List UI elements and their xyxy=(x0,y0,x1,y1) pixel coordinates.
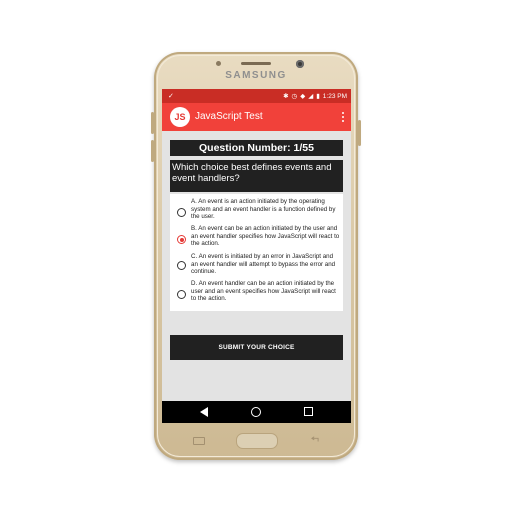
hardware-back-key-icon[interactable] xyxy=(310,436,320,443)
option-b[interactable]: B. An event can be an action initiated b… xyxy=(170,224,343,251)
front-camera xyxy=(296,60,304,68)
hardware-home-key[interactable] xyxy=(236,433,278,449)
wifi-icon: ◆ xyxy=(300,93,306,100)
brand-logo: SAMSUNG xyxy=(225,70,287,81)
status-time: 1:23 PM xyxy=(322,92,347,100)
option-d-text: D. An event handler can be an action ini… xyxy=(191,280,336,303)
earpiece-speaker xyxy=(241,62,271,65)
recent-apps-icon[interactable] xyxy=(304,407,313,416)
nav-bar xyxy=(162,401,351,423)
back-icon[interactable] xyxy=(200,407,208,417)
option-d[interactable]: D. An event handler can be an action ini… xyxy=(170,280,343,307)
power-button[interactable] xyxy=(358,120,361,146)
app-title: JavaScript Test xyxy=(195,111,263,122)
option-b-text: B. An event can be an action initiated b… xyxy=(191,225,340,248)
question-text: Which choice best defines events and eve… xyxy=(170,160,343,192)
radio-button-d[interactable] xyxy=(177,290,186,299)
option-a[interactable]: A. An event is an action initiated by th… xyxy=(170,196,343,223)
alarm-icon: ◷ xyxy=(291,93,298,100)
option-c[interactable]: C. An event is initiated by an error in … xyxy=(170,252,343,279)
overflow-menu-icon[interactable] xyxy=(342,112,345,124)
js-logo: JS xyxy=(170,107,190,127)
volume-down-button[interactable] xyxy=(151,140,154,162)
status-icons: ✱ ◷ ◆ ◢ ▮ 1:23 PM xyxy=(283,92,347,101)
phone-screen: ✓ ✱ ◷ ◆ ◢ ▮ 1:23 PM JS JavaScript Test Q… xyxy=(162,89,351,423)
status-bar: ✓ ✱ ◷ ◆ ◢ ▮ 1:23 PM xyxy=(162,89,351,103)
notification-icon: ✓ xyxy=(168,93,174,100)
radio-button-a[interactable] xyxy=(177,208,186,217)
app-bar: JS JavaScript Test xyxy=(162,103,351,131)
radio-button-b[interactable] xyxy=(177,235,186,244)
answer-options: A. An event is an action initiated by th… xyxy=(170,194,343,311)
option-c-text: C. An event is initiated by an error in … xyxy=(191,253,336,276)
option-a-text: A. An event is an action initiated by th… xyxy=(191,198,336,221)
proximity-sensor xyxy=(216,61,221,66)
volume-up-button[interactable] xyxy=(151,112,154,134)
submit-button[interactable]: SUBMIT YOUR CHOICE xyxy=(170,335,343,360)
radio-button-c[interactable] xyxy=(177,261,186,270)
battery-icon: ▮ xyxy=(316,93,320,100)
question-number: Question Number: 1/55 xyxy=(170,140,343,156)
bluetooth-icon: ✱ xyxy=(283,93,289,100)
home-icon[interactable] xyxy=(251,407,261,417)
signal-icon: ◢ xyxy=(308,93,314,100)
hardware-recent-key[interactable] xyxy=(193,437,205,445)
